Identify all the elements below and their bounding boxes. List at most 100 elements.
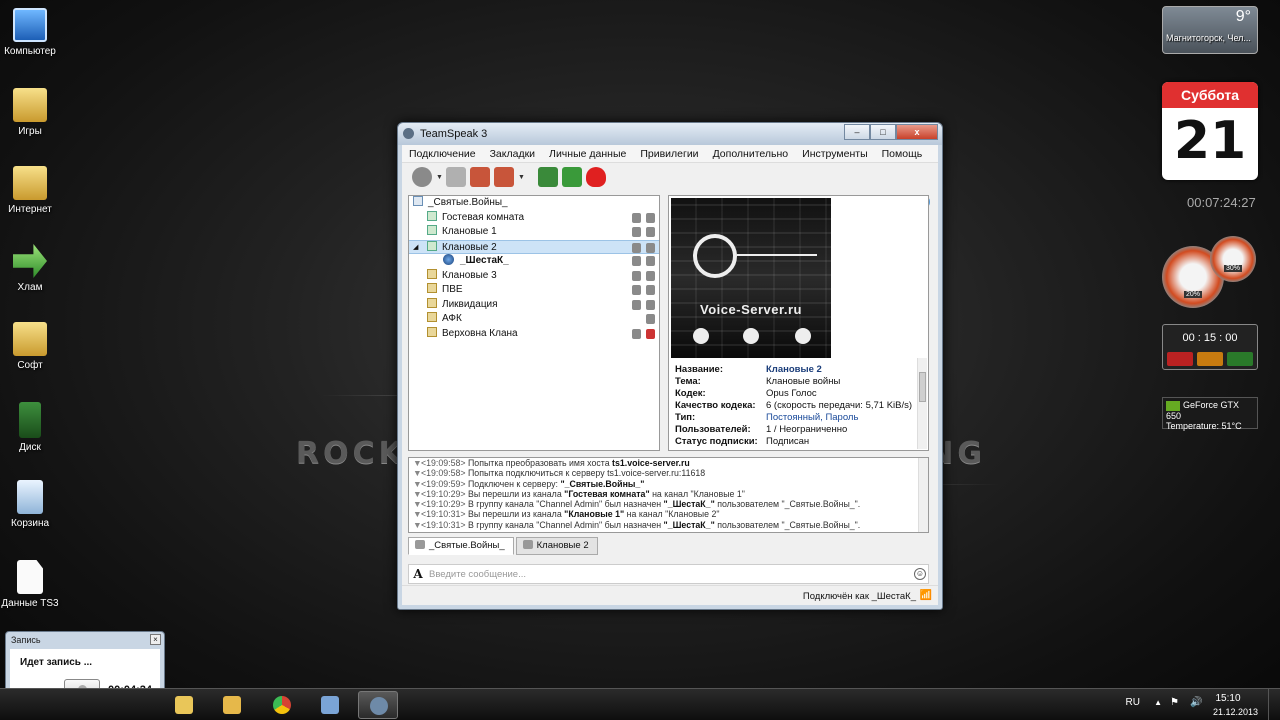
emoticon-icon[interactable]: ☺ [914, 568, 926, 580]
tray-date[interactable]: 21.12.2013 [1213, 707, 1258, 717]
cpu-meter-gadget[interactable]: 20% 30% [1162, 236, 1258, 308]
font-format-icon[interactable]: A [411, 567, 425, 581]
locked-channel-icon [427, 268, 437, 279]
folder-pin-icon [175, 696, 193, 714]
chevron-down-icon[interactable]: ▼ [436, 174, 443, 181]
channel-item-selected[interactable]: ◢ Клановые 2 [409, 239, 659, 256]
tray-time[interactable]: 15:10 [1208, 693, 1248, 704]
show-hidden-icons-icon[interactable]: ▲ [1154, 698, 1162, 707]
menu-bookmarks[interactable]: Закладки [483, 148, 542, 160]
desktop-icon-ts3-data[interactable]: Данные TS3 [0, 560, 60, 609]
info-icon: ▼ [413, 499, 422, 510]
maximize-button[interactable]: □ [870, 124, 896, 140]
channel-item[interactable]: Гостевая комната [409, 210, 659, 226]
menu-self[interactable]: Личные данные [542, 148, 633, 160]
menu-help[interactable]: Помощь [875, 148, 930, 160]
desktop-icon-internet[interactable]: Интернет [0, 166, 60, 215]
menu-tools-extra[interactable]: Дополнительно [706, 148, 796, 160]
shield-icon [646, 212, 655, 223]
user-status-icon [443, 254, 454, 265]
away-icon[interactable] [470, 167, 490, 187]
calendar-day: 21 [1173, 111, 1247, 171]
desktop-icon-recycle-bin[interactable]: Корзина [0, 480, 60, 529]
menu-connections[interactable]: Подключение [402, 148, 483, 160]
server-root[interactable]: _Святые.Войны_ [409, 196, 659, 211]
connect-icon[interactable] [412, 167, 432, 187]
lock-icon [632, 299, 641, 310]
menu-permissions[interactable]: Привилегии [633, 148, 705, 160]
timer-gadget[interactable]: 00 : 15 : 00 [1162, 324, 1258, 370]
lock-icon [632, 256, 641, 266]
channel-item[interactable]: Ликвидация [409, 297, 659, 313]
show-desktop-button[interactable] [1268, 689, 1280, 720]
channel-flags [632, 299, 655, 310]
taskbar-teamspeak[interactable] [358, 691, 398, 719]
channel-flags [632, 242, 655, 253]
channel-item[interactable]: Клановые 3 [409, 268, 659, 284]
capture-icon[interactable] [538, 167, 558, 187]
info-row: Пользователей: 1 / Неограниченно [675, 424, 848, 435]
info-icon: ▼ [413, 519, 422, 530]
client-item[interactable]: _ШестаК_ [409, 254, 659, 269]
channel-type-link[interactable]: Постоянный, Пароль [766, 412, 858, 423]
channel-item[interactable]: Верховна Клана [409, 326, 659, 342]
calendar-gadget[interactable]: Суббота 21 [1162, 82, 1258, 180]
tab-server-chat[interactable]: _Святые.Войны_ [408, 537, 514, 555]
info-scrollbar[interactable] [917, 358, 927, 449]
nvidia-icon [1166, 400, 1180, 411]
language-indicator[interactable]: RU [1126, 697, 1140, 708]
desktop-icon-soft[interactable]: Софт [0, 322, 60, 371]
headset-logo-icon [693, 234, 737, 278]
timer-power-button[interactable] [1197, 352, 1223, 366]
channel-flags [646, 314, 655, 324]
window-title: TeamSpeak 3 [420, 128, 488, 140]
taskbar-app-window[interactable] [310, 691, 350, 719]
desktop-icon-junk[interactable]: Хлам [0, 244, 60, 293]
bookmark-icon[interactable] [446, 167, 466, 187]
server-banner[interactable]: Voice-Server.ru [671, 198, 831, 358]
desktop-icon-computer[interactable]: Компьютер [0, 8, 60, 57]
fire-icon[interactable] [586, 167, 606, 187]
chevron-down-icon[interactable]: ▼ [518, 174, 525, 181]
channel-item[interactable]: ПВЕ [409, 283, 659, 298]
recording-title-bar[interactable]: Запись × [6, 632, 164, 648]
window-controls: – □ x [844, 124, 938, 140]
notification-flag-icon[interactable]: ⚑ [1170, 697, 1182, 709]
connection-quality-icon[interactable]: 📶 [920, 590, 932, 601]
channel-name-value: Клановые 2 [766, 364, 822, 375]
channel-info-table: Название: Клановые 2 Тема: Клановые войны … [675, 364, 912, 448]
volume-icon[interactable]: 🔊 [1190, 697, 1202, 709]
document-icon [17, 560, 43, 594]
log-line: ▼<19:10:29> В группу канала "Channel Adm… [413, 499, 861, 510]
explorer-icon [223, 696, 241, 714]
log-scrollbar[interactable] [918, 458, 928, 532]
desktop-icon-disk[interactable]: Диск [0, 402, 60, 453]
channel-flags [632, 270, 655, 281]
taskbar-chrome[interactable] [262, 691, 302, 719]
locked-channel-icon [427, 326, 437, 337]
mute-speakers-icon[interactable] [494, 167, 514, 187]
weather-gadget[interactable]: 9° Магнитогорск, Чел... [1162, 6, 1258, 54]
close-icon[interactable]: × [150, 634, 161, 645]
timer-stop-button[interactable] [1167, 352, 1193, 366]
gpu-gadget[interactable]: GeForce GTX 650 Temperature: 51°C [1162, 397, 1258, 431]
expand-icon[interactable]: ◢ [413, 241, 418, 256]
tab-channel-chat[interactable]: Клановые 2 [515, 537, 598, 555]
close-button[interactable]: x [896, 124, 938, 140]
menu-tools[interactable]: Инструменты [795, 148, 874, 160]
user-icon[interactable] [562, 167, 582, 187]
title-bar[interactable]: TeamSpeak 3 – □ x [398, 123, 942, 145]
info-row: Название: Клановые 2 [675, 364, 822, 375]
timer-settings-button[interactable] [1227, 352, 1253, 366]
info-row: Тема: Клановые войны [675, 376, 841, 387]
log-line: ▼<19:09:59> Подключен к серверу: "_Святы… [413, 478, 645, 489]
channel-item[interactable]: АФК [409, 312, 659, 327]
channel-item[interactable]: Клановые 1 [409, 225, 659, 240]
taskbar-folder-pin[interactable] [164, 691, 204, 719]
message-input[interactable] [429, 567, 905, 582]
shield-icon [646, 328, 655, 339]
minimize-button[interactable]: – [844, 124, 870, 140]
desktop-icon-games[interactable]: Игры [0, 88, 60, 137]
connection-status: Подключён как _ШестаК_ [802, 591, 916, 602]
taskbar-explorer[interactable] [212, 691, 252, 719]
